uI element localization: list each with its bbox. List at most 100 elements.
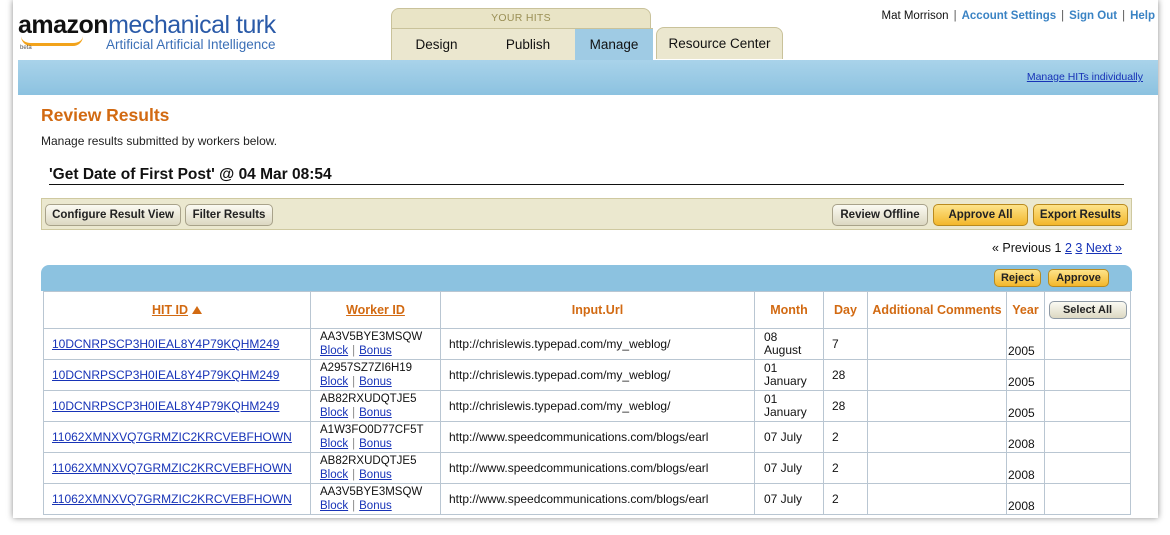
day-cell: 28 (823, 390, 868, 422)
select-cell[interactable] (1044, 483, 1131, 515)
column-header-worker-id[interactable]: Worker ID (310, 291, 441, 329)
bonus-worker-link[interactable]: Bonus (359, 438, 392, 450)
bonus-worker-link[interactable]: Bonus (359, 376, 392, 388)
select-cell[interactable] (1044, 328, 1131, 360)
configure-result-view-button[interactable]: Configure Result View (45, 204, 181, 226)
help-link[interactable]: Help (1130, 10, 1155, 22)
logo-mturk-text: mechanical turk (108, 11, 276, 39)
column-header-month: Month (754, 291, 824, 329)
year-cell: 2005 (1006, 328, 1045, 360)
page-title: Review Results (41, 105, 170, 125)
worker-id: AA3V5BYE3MSQW (320, 331, 423, 343)
bonus-worker-link[interactable]: Bonus (359, 407, 392, 419)
block-worker-link[interactable]: Block (320, 376, 348, 388)
bonus-worker-link[interactable]: Bonus (359, 469, 392, 481)
hit-id-link[interactable]: 10DCNRPSCP3H0IEAL8Y4P79KQHM249 (52, 368, 279, 382)
worker-id: A2957SZ7ZI6H19 (320, 362, 413, 374)
worker-id: AB82RXUDQTJE5 (320, 455, 417, 467)
year-cell: 2005 (1006, 390, 1045, 422)
input-url-cell: http://chrislewis.typepad.com/my_weblog/ (440, 359, 755, 391)
separator: | (352, 376, 356, 388)
month-cell: 08 August (754, 328, 824, 360)
hit-id-link[interactable]: 11062XMNXVQ7GRMZIC2KRCVEBFHOWN (52, 430, 292, 444)
column-header-input-url: Input.Url (440, 291, 755, 329)
block-worker-link[interactable]: Block (320, 407, 348, 419)
page-2-link[interactable]: 2 (1065, 241, 1072, 255)
table-row: 11062XMNXVQ7GRMZIC2KRCVEBFHOWN AB82RXUDQT… (43, 452, 1131, 484)
separator: | (352, 438, 356, 450)
previous-label: « Previous (992, 241, 1052, 255)
reject-button[interactable]: Reject (994, 269, 1041, 287)
input-url-cell: http://www.speedcommunications.com/blogs… (440, 421, 755, 453)
pagination: « Previous 1 2 3 Next » (992, 241, 1122, 255)
worker-id-header-label: Worker ID (346, 302, 405, 317)
hit-id-cell: 10DCNRPSCP3H0IEAL8Y4P79KQHM249 (43, 328, 311, 360)
worker-cell: AB82RXUDQTJE5 Block | Bonus (310, 452, 441, 484)
tab-design[interactable]: Design (391, 28, 481, 60)
filter-results-button[interactable]: Filter Results (185, 204, 273, 226)
tab-resource-center[interactable]: Resource Center (656, 27, 783, 59)
comments-cell (867, 421, 1007, 453)
approve-button[interactable]: Approve (1048, 269, 1109, 287)
separator: | (1122, 10, 1126, 22)
select-cell[interactable] (1044, 421, 1131, 453)
user-name: Mat Morrison (881, 10, 949, 22)
sub-nav-bar: Manage HITs individually (18, 60, 1158, 95)
select-cell[interactable] (1044, 452, 1131, 484)
tab-manage[interactable]: Manage (575, 28, 653, 60)
account-settings-link[interactable]: Account Settings (962, 10, 1057, 22)
select-all-button[interactable]: Select All (1048, 301, 1127, 319)
export-results-button[interactable]: Export Results (1033, 204, 1128, 226)
hit-id-cell: 10DCNRPSCP3H0IEAL8Y4P79KQHM249 (43, 390, 311, 422)
worker-cell: AB82RXUDQTJE5 Block | Bonus (310, 390, 441, 422)
sign-out-link[interactable]: Sign Out (1069, 10, 1117, 22)
user-bar: Mat Morrison | Account Settings | Sign Out | H… (881, 10, 1155, 22)
block-worker-link[interactable]: Block (320, 345, 348, 357)
month-cell: 07 July (754, 483, 824, 515)
year-cell: 2008 (1006, 483, 1045, 515)
table-row: 11062XMNXVQ7GRMZIC2KRCVEBFHOWN A1W3FO0D77… (43, 421, 1131, 453)
hit-id-link[interactable]: 11062XMNXVQ7GRMZIC2KRCVEBFHOWN (52, 492, 292, 506)
separator: | (352, 469, 356, 481)
worker-cell: A2957SZ7ZI6H19 Block | Bonus (310, 359, 441, 391)
block-worker-link[interactable]: Block (320, 469, 348, 481)
current-page: 1 (1054, 241, 1062, 255)
bonus-worker-link[interactable]: Bonus (359, 345, 392, 357)
select-cell[interactable] (1044, 359, 1131, 391)
hit-id-header-label: HIT ID (151, 302, 189, 317)
hit-id-link[interactable]: 10DCNRPSCP3H0IEAL8Y4P79KQHM249 (52, 399, 279, 413)
manage-hits-individually-link[interactable]: Manage HITs individually (1027, 71, 1143, 83)
page-subtitle: Manage results submitted by workers belo… (41, 134, 278, 148)
bonus-worker-link[interactable]: Bonus (359, 500, 392, 512)
worker-id: A1W3FO0D77CF5T (320, 424, 424, 436)
worker-cell: AA3V5BYE3MSQW Block | Bonus (310, 483, 441, 515)
comments-cell (867, 483, 1007, 515)
hit-id-link[interactable]: 10DCNRPSCP3H0IEAL8Y4P79KQHM249 (52, 337, 279, 351)
year-cell: 2008 (1006, 452, 1045, 484)
column-header-hit-id[interactable]: HIT ID (43, 291, 311, 329)
beta-label: beta (20, 45, 32, 51)
input-url-cell: http://chrislewis.typepad.com/my_weblog/ (440, 328, 755, 360)
hit-id-link[interactable]: 11062XMNXVQ7GRMZIC2KRCVEBFHOWN (52, 461, 292, 475)
year-cell: 2008 (1006, 421, 1045, 453)
input-url-cell: http://chrislewis.typepad.com/my_weblog/ (440, 390, 755, 422)
day-cell: 2 (823, 452, 868, 484)
hit-id-cell: 11062XMNXVQ7GRMZIC2KRCVEBFHOWN (43, 421, 311, 453)
worker-id: AA3V5BYE3MSQW (320, 486, 423, 498)
block-worker-link[interactable]: Block (320, 500, 348, 512)
month-cell: 01 January (754, 359, 824, 391)
page-3-link[interactable]: 3 (1075, 241, 1082, 255)
results-toolbar: Configure Result View Filter Results Rev… (41, 198, 1132, 230)
day-cell: 2 (823, 421, 868, 453)
block-worker-link[interactable]: Block (320, 438, 348, 450)
column-header-additional-comments: Additional Comments (867, 291, 1007, 329)
approve-all-button[interactable]: Approve All (933, 204, 1028, 226)
select-cell[interactable] (1044, 390, 1131, 422)
next-page-link[interactable]: Next » (1086, 241, 1122, 255)
tab-publish[interactable]: Publish (481, 28, 575, 60)
results-grid-header: Reject Approve (41, 265, 1132, 291)
review-offline-button[interactable]: Review Offline (832, 204, 928, 226)
table-header-row: HIT ID Worker ID Input.Url Month Day Add… (43, 291, 1131, 329)
comments-cell (867, 452, 1007, 484)
amazon-mechanical-turk-logo[interactable]: amazonmechanical turk beta Artificial Ar… (18, 11, 276, 52)
